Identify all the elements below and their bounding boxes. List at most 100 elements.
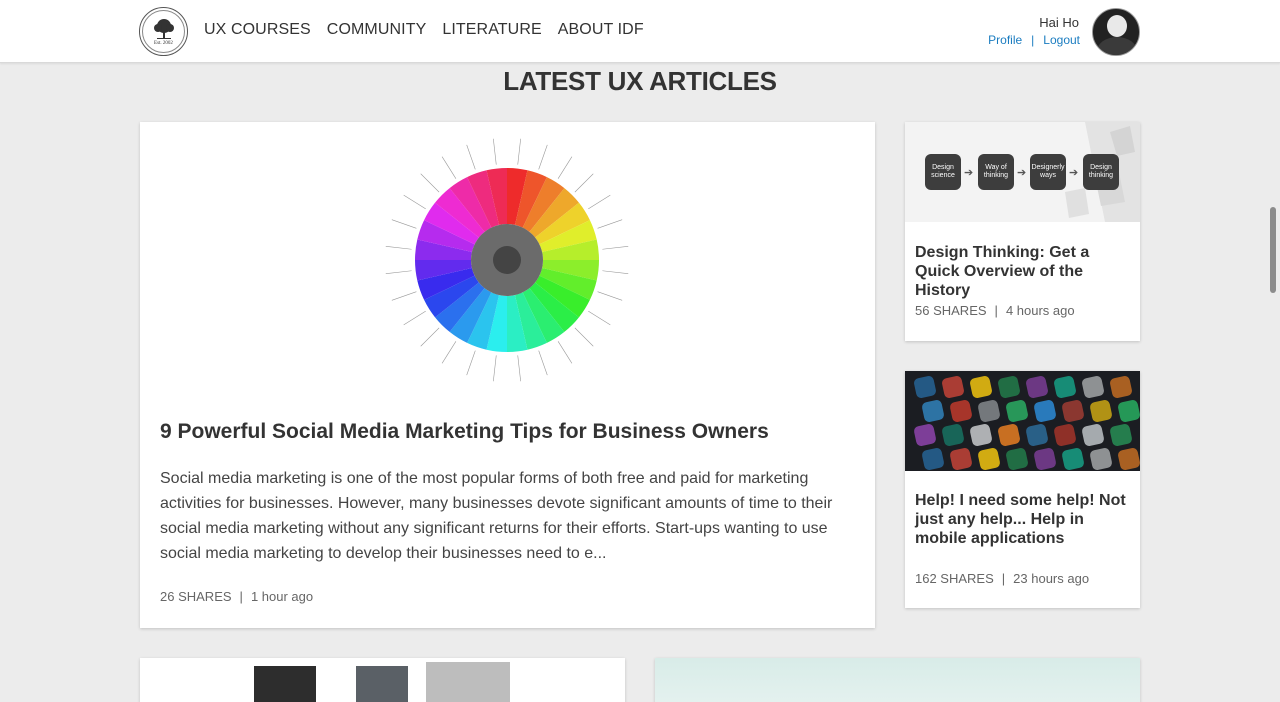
side-article-meta: 56 SHARES | 4 hours ago: [915, 303, 1075, 318]
side-article-time: 4 hours ago: [1005, 303, 1075, 318]
article-card-partial[interactable]: [140, 658, 625, 702]
app-icon: [921, 399, 945, 423]
article-thumbnail-speaker: [254, 666, 316, 702]
article-card-partial[interactable]: [655, 658, 1140, 702]
tree-icon: [153, 18, 174, 39]
app-icon: [1033, 399, 1057, 423]
prism-label-line: [420, 173, 440, 193]
app-icon: [1109, 375, 1133, 399]
avatar[interactable]: [1092, 8, 1140, 56]
avatar-face: [1107, 15, 1127, 37]
meta-separator: |: [994, 303, 998, 318]
app-icon: [1089, 399, 1113, 423]
prism-label-line: [538, 144, 548, 170]
diagram-step-way-of-thinking: Way of thinking: [978, 154, 1014, 190]
app-icon: [1117, 399, 1140, 423]
design-thinking-diagram-image[interactable]: Design science ➔ Way of thinking ➔ Desig…: [905, 122, 1140, 222]
nav-community[interactable]: COMMUNITY: [327, 21, 427, 39]
app-icon: [969, 423, 993, 447]
side-article-meta: 162 SHARES | 23 hours ago: [915, 571, 1089, 586]
app-icon: [921, 447, 945, 471]
nav-about-idf[interactable]: ABOUT IDF: [558, 21, 644, 39]
prism-label-line: [391, 291, 417, 301]
featured-article-meta: 26 SHARES | 1 hour ago: [160, 589, 313, 604]
logo-emblem: Est. 2002: [142, 10, 185, 53]
nav-ux-courses[interactable]: UX COURSES: [204, 21, 311, 39]
prism-label-line: [441, 341, 457, 364]
prism-label-line: [557, 341, 573, 364]
app-icon: [1005, 447, 1029, 471]
featured-article-excerpt: Social media marketing is one of the mos…: [160, 470, 833, 562]
arrow-right-icon: ➔: [1069, 167, 1079, 179]
prism-label-line: [517, 138, 521, 165]
idf-logo[interactable]: Est. 2002: [139, 7, 188, 56]
nav-literature[interactable]: LITERATURE: [442, 21, 541, 39]
arrow-right-icon: ➔: [1017, 167, 1027, 179]
prism-label-line: [493, 138, 497, 165]
logout-link[interactable]: Logout: [1043, 33, 1080, 47]
prism-label-line: [420, 327, 440, 347]
social-media-prism-image: [385, 138, 629, 382]
diagram-step-design-science: Design science: [925, 154, 961, 190]
app-icon: [1061, 399, 1085, 423]
prism-label-line: [538, 350, 548, 376]
prism-label-line: [574, 327, 594, 347]
app-icon: [1081, 375, 1105, 399]
article-thumbnail-device: [356, 666, 408, 702]
app-icon: [1005, 399, 1029, 423]
page-scrollbar[interactable]: [1270, 207, 1276, 293]
prism-label-line: [597, 291, 623, 301]
app-icon: [1025, 375, 1049, 399]
profile-link[interactable]: Profile: [988, 33, 1022, 47]
prism-label-line: [588, 310, 611, 326]
user-links-separator: |: [1031, 33, 1035, 47]
avatar-body: [1097, 37, 1137, 55]
app-icon: [969, 375, 993, 399]
side-article-title[interactable]: Design Thinking: Get a Quick Overview of…: [915, 243, 1137, 300]
user-name: Hai Ho: [1039, 15, 1079, 30]
meta-separator: |: [239, 589, 243, 604]
app-icon: [977, 447, 1001, 471]
mobile-apps-photo[interactable]: [905, 371, 1140, 471]
app-icon: [1061, 447, 1085, 471]
app-icon: [977, 399, 1001, 423]
top-navigation-bar: Est. 2002 UX COURSES COMMUNITY LITERATUR…: [0, 0, 1280, 63]
app-icon: [1033, 447, 1057, 471]
app-icon: [1053, 423, 1077, 447]
app-icon: [949, 447, 973, 471]
main-nav: UX COURSES COMMUNITY LITERATURE ABOUT ID…: [204, 21, 644, 39]
side-article-card-mobile-help[interactable]: Help! I need some help! Not just any hel…: [905, 371, 1140, 608]
prism-label-line: [602, 270, 629, 274]
prism-label-line: [574, 173, 594, 193]
prism-label-line: [391, 219, 417, 229]
prism-label-line: [466, 144, 476, 170]
diagram-step-designerly-ways: Designerly ways: [1030, 154, 1066, 190]
side-article-time: 23 hours ago: [1013, 571, 1090, 586]
user-links: Profile | Logout: [988, 33, 1080, 47]
prism-label-line: [441, 156, 457, 179]
prism-label-line: [517, 355, 521, 382]
featured-article-title[interactable]: 9 Powerful Social Media Marketing Tips f…: [160, 420, 860, 444]
arrow-right-icon: ➔: [964, 167, 974, 179]
app-icon: [1081, 423, 1105, 447]
side-article-title[interactable]: Help! I need some help! Not just any hel…: [915, 491, 1137, 548]
featured-article-shares: 26 SHARES: [160, 589, 232, 604]
featured-article-card[interactable]: 9 Powerful Social Media Marketing Tips f…: [140, 122, 875, 628]
prism-label-line: [385, 270, 412, 274]
featured-article-image[interactable]: [140, 122, 875, 407]
side-article-card-design-thinking[interactable]: Design science ➔ Way of thinking ➔ Desig…: [905, 122, 1140, 341]
prism-label-line: [403, 310, 426, 326]
logo-est-text: Est. 2002: [154, 40, 173, 46]
app-icon: [997, 375, 1021, 399]
prism-label-line: [557, 156, 573, 179]
app-icon: [913, 423, 937, 447]
prism-label-line: [466, 350, 476, 376]
prism-label-line: [588, 194, 611, 210]
app-icon: [1053, 375, 1077, 399]
app-icon: [1025, 423, 1049, 447]
user-menu: Hai Ho Profile | Logout: [988, 15, 1080, 47]
app-icon: [1109, 423, 1133, 447]
featured-article-time: 1 hour ago: [250, 589, 314, 604]
article-thumbnail-portrait: [426, 662, 510, 702]
side-article-shares: 56 SHARES: [915, 303, 987, 318]
